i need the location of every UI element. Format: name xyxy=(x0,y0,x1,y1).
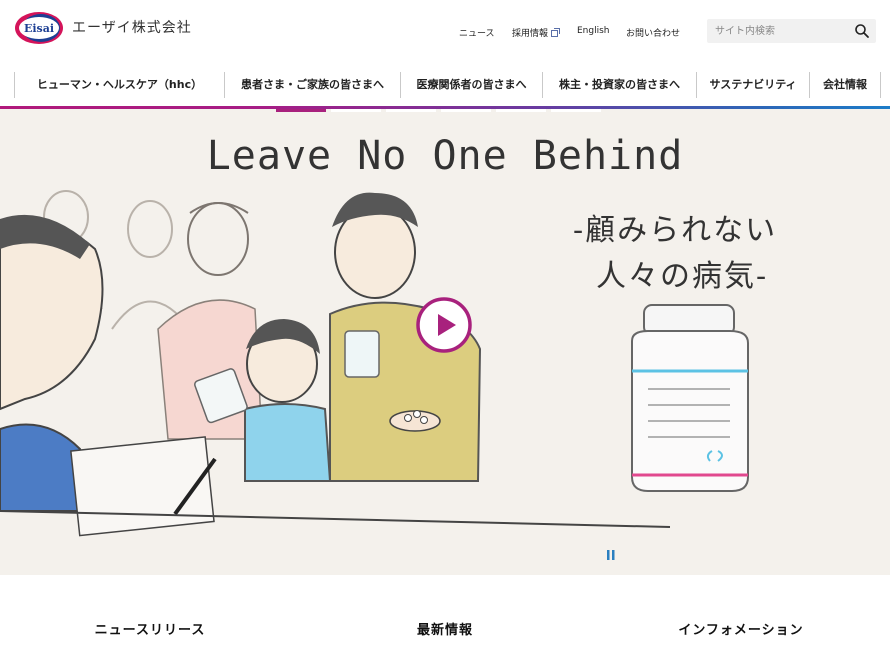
tab-information[interactable]: インフォメーション xyxy=(651,619,831,638)
nav-item-company[interactable]: 会社情報 xyxy=(810,67,880,103)
util-link-recruit[interactable]: 採用情報 xyxy=(512,26,561,39)
nav-item-medical[interactable]: 医療関係者の皆さまへ xyxy=(401,67,542,103)
carousel-dot[interactable] xyxy=(276,109,326,112)
carousel-dot[interactable] xyxy=(551,109,601,112)
util-link-recruit-label: 採用情報 xyxy=(512,29,549,39)
tab-news-release[interactable]: ニュースリリース xyxy=(60,619,240,638)
hero-subtitle-line1: -顧みられない xyxy=(573,213,778,248)
tab-latest-info[interactable]: 最新情報 xyxy=(355,619,535,638)
util-link-contact[interactable]: お問い合わせ xyxy=(626,26,680,39)
carousel-dot[interactable] xyxy=(386,109,436,112)
play-icon[interactable] xyxy=(415,296,473,354)
external-link-icon xyxy=(551,28,561,37)
util-link-english[interactable]: English xyxy=(577,26,610,36)
carousel-dot[interactable] xyxy=(331,109,381,112)
svg-text:Eisai: Eisai xyxy=(24,22,54,35)
carousel-dot[interactable] xyxy=(441,109,491,112)
hero-subtitle-line2: 人々の病気- xyxy=(596,259,769,294)
eisai-logo[interactable]: Eisai xyxy=(14,10,64,46)
hero-title: Leave No One Behind xyxy=(206,133,684,179)
carousel-dot[interactable] xyxy=(496,109,546,112)
site-header: Eisai エーザイ株式会社 ニュース 採用情報 English お問い合わせ xyxy=(0,0,890,62)
nav-item-investors[interactable]: 株主・投資家の皆さまへ xyxy=(543,67,696,103)
nav-item-patients[interactable]: 患者さま・ご家族の皆さまへ xyxy=(225,67,400,103)
global-nav: ヒューマン・ヘルスケア（hhc） 患者さま・ご家族の皆さまへ 医療関係者の皆さま… xyxy=(0,67,890,103)
nav-item-hhc[interactable]: ヒューマン・ヘルスケア（hhc） xyxy=(15,67,224,103)
hero-carousel[interactable]: Leave No One Behind -顧みられない 人々の病気- xyxy=(0,109,890,575)
news-tabs: ニュースリリース 最新情報 インフォメーション xyxy=(0,575,890,650)
search-icon[interactable] xyxy=(854,23,870,39)
search-box xyxy=(707,19,876,43)
company-name[interactable]: エーザイ株式会社 xyxy=(72,17,192,37)
nav-divider xyxy=(880,72,881,98)
search-input[interactable] xyxy=(707,19,847,43)
nav-item-sustainability[interactable]: サステナビリティ xyxy=(697,67,809,103)
pause-icon[interactable] xyxy=(607,550,615,560)
util-link-news[interactable]: ニュース xyxy=(459,26,495,39)
